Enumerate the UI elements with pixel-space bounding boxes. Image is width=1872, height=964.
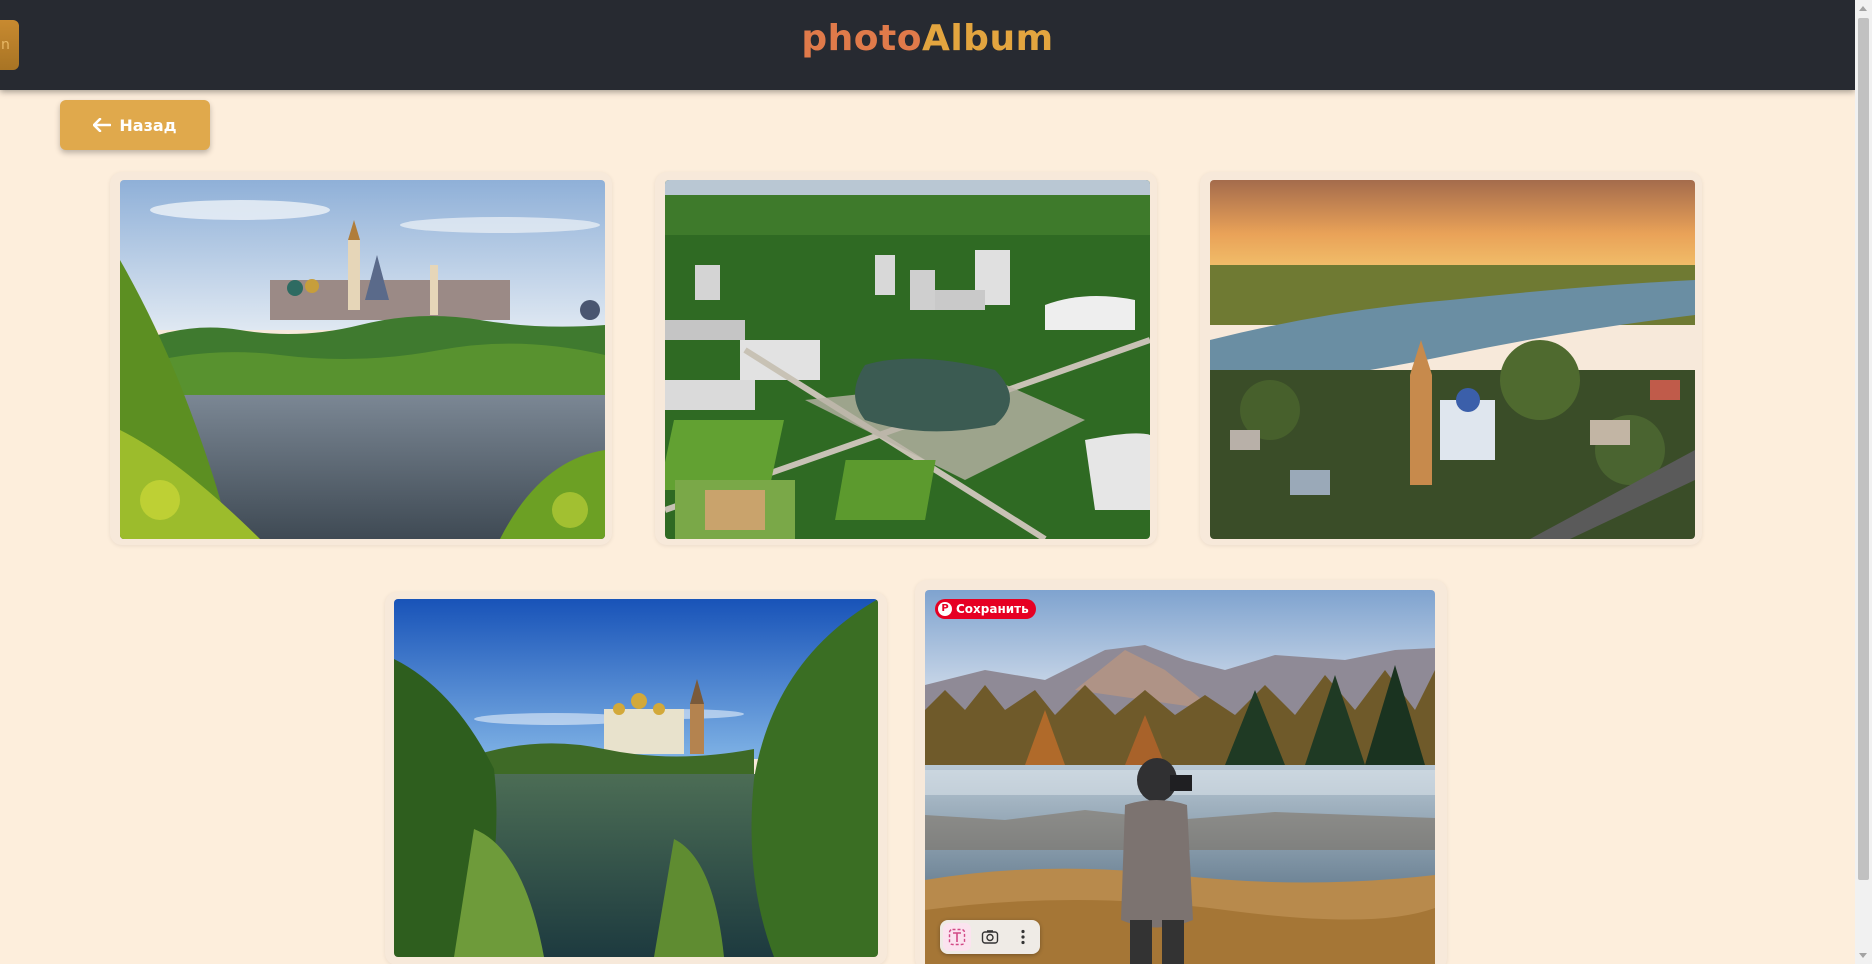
image-lens-toolbar bbox=[940, 920, 1040, 954]
more-options-button[interactable] bbox=[1009, 923, 1037, 951]
arrow-left-icon bbox=[93, 118, 112, 132]
gallery-photo[interactable] bbox=[120, 180, 605, 539]
gallery-photo[interactable] bbox=[925, 590, 1435, 964]
app-title-photo: photo bbox=[801, 18, 922, 59]
back-button-label: Назад bbox=[119, 115, 177, 135]
pinterest-save-label: Сохранить bbox=[956, 602, 1029, 616]
scroll-up-icon[interactable] bbox=[1859, 6, 1867, 11]
text-select-button[interactable] bbox=[942, 923, 971, 951]
camera-lens-icon bbox=[981, 930, 999, 944]
gallery-photo[interactable] bbox=[1210, 180, 1695, 539]
river-monastery-image bbox=[120, 180, 605, 539]
app-title-album: Album bbox=[921, 18, 1054, 59]
pinterest-save-button[interactable]: P Сохранить bbox=[935, 599, 1036, 619]
more-vertical-icon bbox=[1021, 929, 1025, 945]
aerial-city-park-image bbox=[665, 180, 1150, 539]
monastery-lake-image bbox=[394, 599, 878, 957]
photographer-lake-image bbox=[925, 590, 1435, 964]
app-header: n photoAlbum bbox=[0, 0, 1855, 90]
scroll-thumb[interactable] bbox=[1858, 18, 1869, 880]
pinterest-icon: P bbox=[938, 602, 952, 616]
text-select-icon bbox=[948, 928, 965, 946]
page: n photoAlbum Назад P Сохранить bbox=[0, 0, 1872, 964]
vertical-scrollbar[interactable] bbox=[1855, 0, 1872, 964]
gallery-photo[interactable] bbox=[665, 180, 1150, 539]
gallery-photo[interactable] bbox=[394, 599, 878, 957]
lens-search-button[interactable] bbox=[976, 923, 1004, 951]
app-title: photoAlbum bbox=[0, 18, 1855, 59]
aerial-sunset-church-image bbox=[1210, 180, 1695, 539]
back-button[interactable]: Назад bbox=[60, 100, 210, 150]
scroll-down-icon[interactable] bbox=[1859, 953, 1867, 958]
